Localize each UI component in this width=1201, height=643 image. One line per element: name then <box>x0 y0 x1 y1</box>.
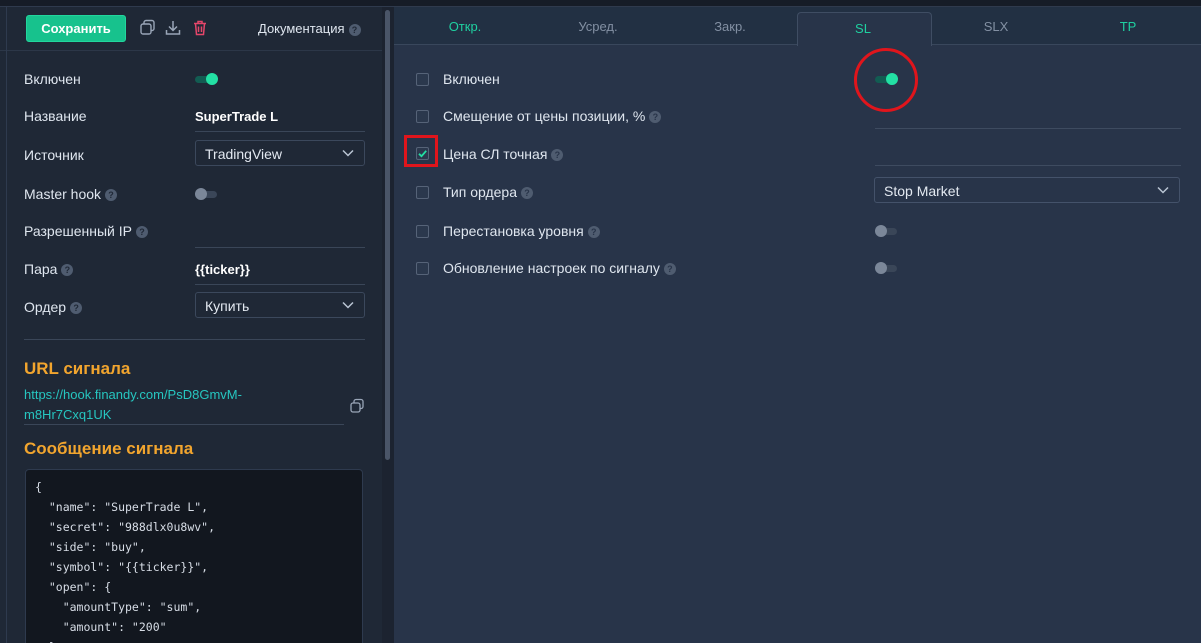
signal-update-checkbox[interactable] <box>416 262 429 275</box>
help-icon[interactable]: ? <box>663 263 676 276</box>
left-edge-line <box>6 7 7 643</box>
left-panel-scrollbar[interactable] <box>385 10 390 460</box>
signal-url-title: URL сигнала <box>24 359 131 378</box>
duplicate-icon[interactable] <box>139 19 157 37</box>
sl-enabled-label: Включен <box>443 71 500 87</box>
copy-icon[interactable] <box>349 398 365 414</box>
pair-label: Пара? <box>24 261 74 277</box>
offset-field-underline[interactable] <box>875 128 1181 129</box>
help-icon[interactable]: ? <box>61 264 74 277</box>
name-field-underline <box>195 131 365 132</box>
tab-open[interactable]: Откр. <box>425 19 505 34</box>
exact-price-underline <box>875 165 1181 166</box>
enabled-checkbox[interactable] <box>416 73 429 86</box>
help-icon[interactable]: ? <box>551 149 564 162</box>
signal-message-text: { "name": "SuperTrade L", "secret": "988… <box>35 480 216 643</box>
download-icon[interactable] <box>164 19 182 37</box>
source-value: TradingView <box>205 146 283 162</box>
pair-field[interactable]: {{ticker}} <box>195 262 250 277</box>
signal-url-link[interactable]: https://hook.finandy.com/PsD8GmvM-m8Hr7C… <box>24 385 274 425</box>
documentation-link[interactable]: Документация? <box>258 21 361 36</box>
order-type-checkbox[interactable] <box>416 186 429 199</box>
help-icon[interactable]: ? <box>348 23 361 36</box>
order-type-label: Тип ордера? <box>443 184 534 200</box>
save-button[interactable]: Сохранить <box>26 15 126 42</box>
offset-checkbox[interactable] <box>416 110 429 123</box>
order-type-value: Stop Market <box>884 183 960 199</box>
name-label: Название <box>24 108 87 124</box>
offset-label: Смещение от цены позиции, %? <box>443 108 662 124</box>
bot-settings-panel: Сохранить Документация? Включен Название… <box>0 7 382 643</box>
chevron-down-icon <box>1157 186 1169 194</box>
level-shift-checkbox[interactable] <box>416 225 429 238</box>
documentation-label: Документация <box>258 21 345 36</box>
level-shift-label: Перестановка уровня? <box>443 223 600 239</box>
order-type-select[interactable]: Stop Market <box>874 177 1180 203</box>
signal-message-title: Сообщение сигнала <box>24 439 194 458</box>
settings-tabs-panel: Откр. Усред. Закр. SL SLX TP Включен Сме… <box>394 7 1201 643</box>
signal-message-code[interactable]: { "name": "SuperTrade L", "secret": "988… <box>25 469 363 643</box>
order-label: Ордер? <box>24 299 83 315</box>
exact-price-label: Цена СЛ точная? <box>443 146 564 162</box>
help-icon[interactable]: ? <box>587 226 600 239</box>
order-value: Купить <box>205 298 250 314</box>
help-icon[interactable]: ? <box>70 302 83 315</box>
help-icon[interactable]: ? <box>649 111 662 124</box>
url-underline <box>24 424 344 425</box>
source-select[interactable]: TradingView <box>195 140 365 166</box>
delete-icon[interactable] <box>191 19 209 37</box>
name-field[interactable]: SuperTrade L <box>195 109 278 124</box>
section-divider <box>24 339 365 340</box>
panel-toolbar: Сохранить Документация? <box>0 7 382 51</box>
highlight-box <box>404 135 438 167</box>
tab-close[interactable]: Закр. <box>690 19 770 34</box>
source-label: Источник <box>24 147 84 163</box>
tab-bar: Откр. Усред. Закр. SL SLX TP <box>394 7 1201 46</box>
tab-sl[interactable]: SL <box>823 21 903 36</box>
help-icon[interactable]: ? <box>135 226 148 239</box>
allowed-ip-underline <box>195 247 365 248</box>
level-shift-toggle[interactable] <box>875 225 899 237</box>
help-icon[interactable]: ? <box>521 187 534 200</box>
master-hook-label: Master hook? <box>24 186 118 202</box>
enabled-label: Включен <box>24 71 81 87</box>
signal-update-label: Обновление настроек по сигналу? <box>443 260 676 276</box>
master-hook-toggle[interactable] <box>195 188 219 200</box>
help-icon[interactable]: ? <box>105 189 118 202</box>
tab-slx[interactable]: SLX <box>956 19 1036 34</box>
highlight-circle <box>854 48 918 112</box>
chevron-down-icon <box>342 301 354 309</box>
tab-average[interactable]: Усред. <box>558 19 638 34</box>
enabled-toggle[interactable] <box>195 73 219 85</box>
allowed-ip-label: Разрешенный IP? <box>24 223 148 239</box>
chevron-down-icon <box>342 149 354 157</box>
tab-tp[interactable]: TP <box>1088 19 1168 34</box>
pair-field-underline <box>195 284 365 285</box>
signal-update-toggle[interactable] <box>875 262 899 274</box>
order-select[interactable]: Купить <box>195 292 365 318</box>
